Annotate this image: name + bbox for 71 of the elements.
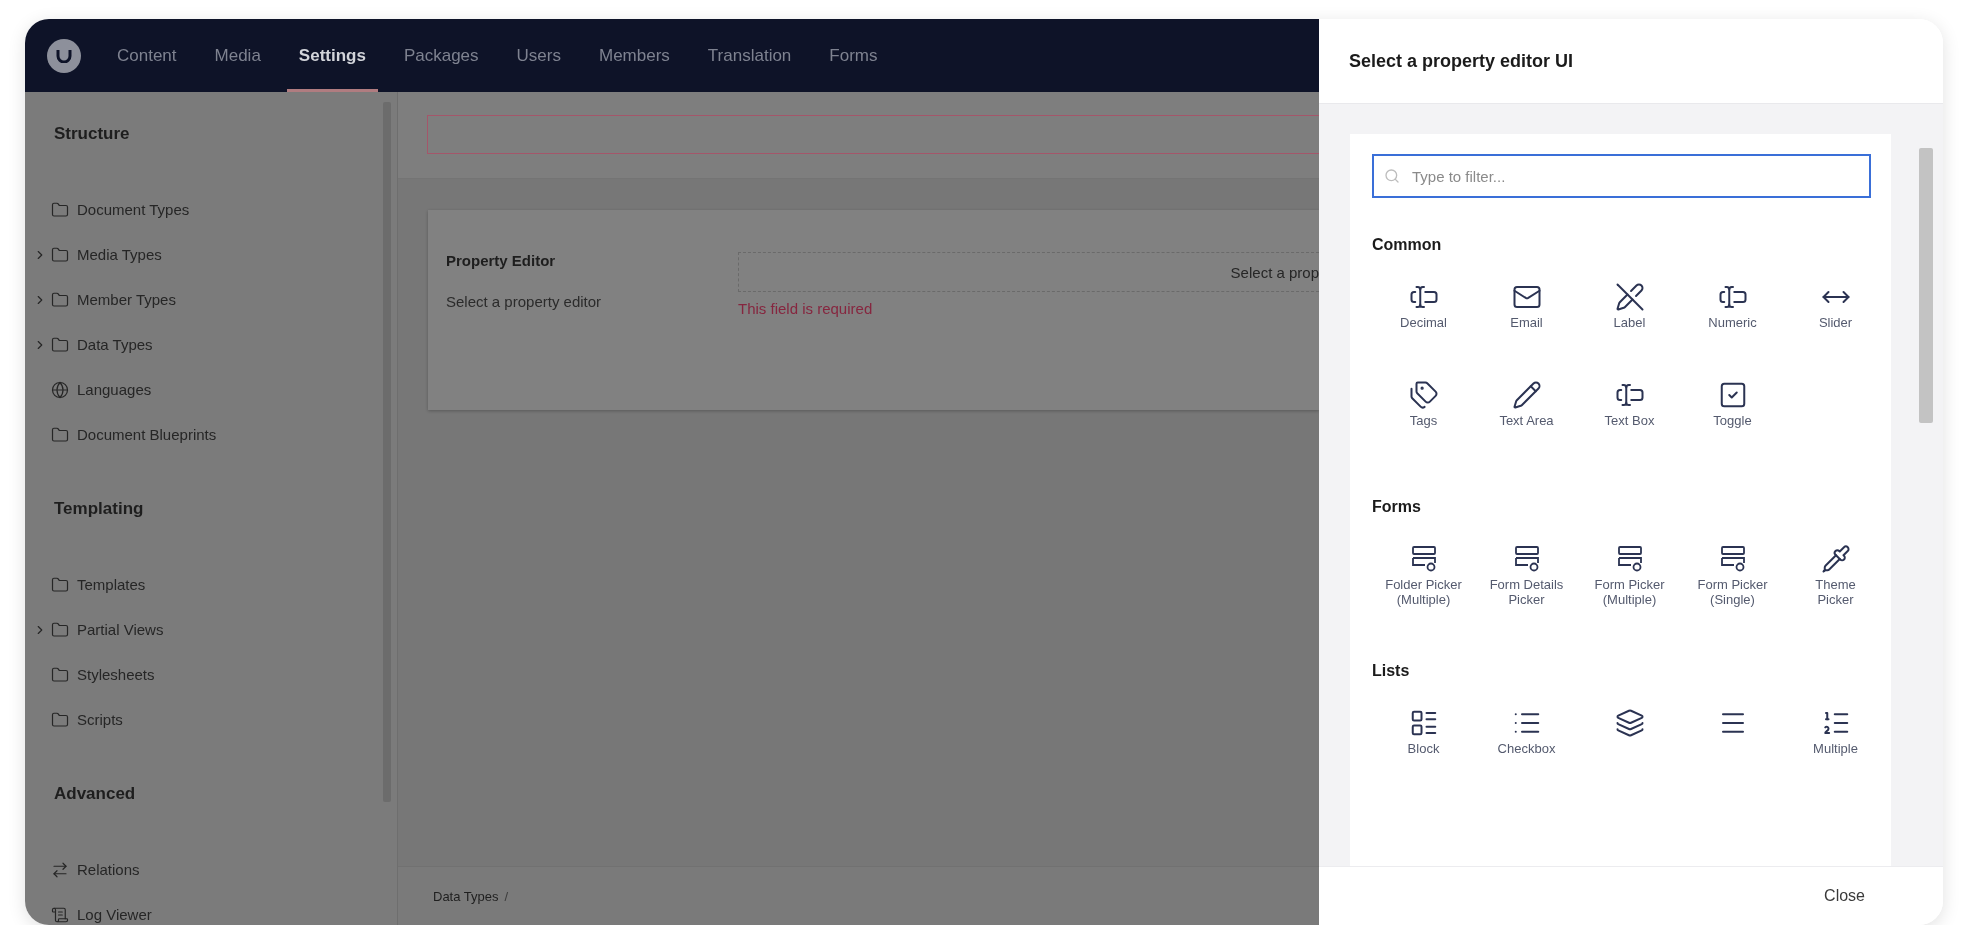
folder-icon [51, 290, 69, 309]
scrollbar-thumb[interactable] [1919, 148, 1933, 423]
tree-item[interactable]: Document Types [77, 201, 190, 218]
tree-item[interactable]: Media Types [77, 246, 162, 263]
editor-option[interactable]: Toggle [1692, 414, 1773, 429]
editor-option[interactable]: Text Box [1589, 414, 1670, 429]
nav-tab[interactable]: Media [202, 19, 273, 92]
nav-tab[interactable]: Packages [391, 19, 491, 92]
editor-option[interactable]: Form Details Picker [1486, 578, 1567, 608]
folder-icon [51, 665, 69, 684]
arrows-icon [51, 860, 69, 879]
pen-off-icon [1614, 282, 1645, 312]
folder-icon [51, 335, 69, 354]
filter-field[interactable]: Type to filter... [1372, 154, 1871, 198]
folder-icon [51, 200, 69, 219]
property-description: Select a property editor [446, 293, 603, 310]
editor-option[interactable]: Label [1589, 316, 1670, 331]
error-message: This field is required [738, 300, 874, 317]
tree-item[interactable]: Data Types [77, 336, 153, 353]
editor-option[interactable]: Slider [1795, 316, 1876, 331]
editor-option[interactable]: Theme Picker [1795, 578, 1876, 608]
property-label: Property Editor [446, 252, 557, 269]
tree-item[interactable]: Languages [77, 381, 152, 398]
layers-icon [1614, 708, 1645, 738]
tags-icon [1408, 380, 1439, 410]
nav-tab[interactable]: Content [105, 19, 189, 92]
nav-tab[interactable]: Members [587, 19, 682, 92]
tree-item[interactable]: Document Blueprints [77, 426, 217, 443]
editor-option[interactable]: Block [1383, 742, 1464, 757]
pipette-icon [1820, 544, 1851, 574]
breadcrumb-separator: / [504, 888, 509, 904]
editor-option[interactable]: Numeric [1692, 316, 1773, 331]
group-heading: Lists [1372, 662, 1411, 680]
group-heading: Common [1372, 236, 1443, 254]
group-heading: Forms [1372, 498, 1422, 516]
log-icon [51, 905, 69, 924]
section-heading: Advanced [53, 783, 137, 805]
editor-option[interactable]: Text Area [1486, 414, 1567, 429]
breadcrumb-link[interactable]: Data Types [433, 888, 499, 904]
tree-item[interactable]: Relations [77, 861, 140, 878]
search-icon [1384, 168, 1400, 184]
tree-item[interactable]: Stylesheets [77, 666, 155, 683]
nav-tab[interactable]: Translation [695, 19, 804, 92]
name-field[interactable] [427, 115, 1319, 154]
pencil-icon [1511, 380, 1542, 410]
folder-icon [51, 425, 69, 444]
tree-item[interactable]: Scripts [77, 711, 123, 728]
nav-tab[interactable]: Forms [817, 19, 890, 92]
section-heading: Structure [53, 123, 131, 145]
editor-option[interactable]: Form Picker (Single) [1692, 578, 1773, 608]
editor-option[interactable]: Form Picker (Multiple) [1589, 578, 1670, 608]
tree-item[interactable]: Partial Views [77, 621, 164, 638]
folder-icon [51, 710, 69, 729]
editor-option[interactable]: Tags [1383, 414, 1464, 429]
property-editor-picker[interactable]: Select a prop [738, 252, 1319, 292]
tree-item[interactable]: Member Types [77, 291, 176, 308]
globe-icon [51, 380, 69, 399]
close-button[interactable]: Close [1816, 881, 1873, 911]
folder-icon [51, 620, 69, 639]
tree-item[interactable]: Log Viewer [77, 906, 152, 923]
editor-option[interactable]: Email [1486, 316, 1567, 331]
nav-tab[interactable]: Users [504, 19, 573, 92]
folder-icon [51, 575, 69, 594]
logo-icon[interactable] [47, 38, 81, 73]
folder-icon [51, 245, 69, 264]
editor-option[interactable]: Multiple [1795, 742, 1876, 757]
editor-option[interactable]: Decimal [1383, 316, 1464, 331]
editor-option[interactable]: Folder Picker (Multiple) [1383, 578, 1464, 608]
editor-option[interactable]: Checkbox [1486, 742, 1567, 757]
tree-item[interactable]: Templates [77, 576, 146, 593]
section-heading: Templating [53, 498, 145, 520]
